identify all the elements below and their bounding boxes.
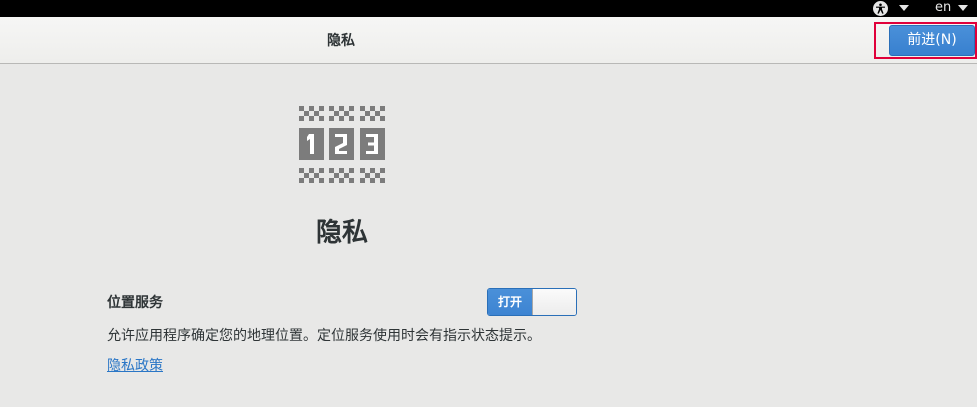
privacy-policy-link[interactable]: 隐私政策: [107, 355, 163, 375]
location-services-toggle[interactable]: 打开: [487, 288, 577, 316]
location-services-label: 位置服务: [107, 295, 163, 311]
page-title: 隐私: [315, 218, 368, 248]
header-title: 隐私: [327, 33, 355, 49]
toggle-on-label: 打开: [488, 289, 532, 315]
header-bar: 隐私: [0, 17, 977, 64]
next-button[interactable]: 前进(N): [889, 25, 975, 56]
chevron-down-icon[interactable]: [899, 5, 909, 11]
top-bar: en: [0, 0, 977, 17]
accessibility-icon[interactable]: [873, 1, 888, 16]
chevron-down-icon[interactable]: [958, 5, 968, 11]
location-services-description: 允许应用程序确定您的地理位置。定位服务使用时会有指示状态提示。: [107, 328, 541, 344]
privacy-123-icon: [299, 106, 385, 186]
toggle-knob[interactable]: [532, 289, 576, 315]
language-selector[interactable]: en: [935, 0, 951, 17]
